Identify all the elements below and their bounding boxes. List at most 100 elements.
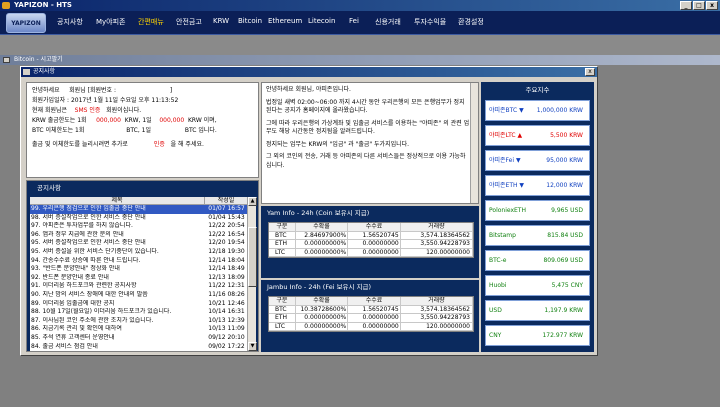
notice-title-cell: 90. 지난 밤의 서비스 장애에 대한 안내의 말씀 — [31, 290, 148, 298]
index-card[interactable]: Huobi 5,475 CNY — [485, 275, 590, 296]
index-name: 야피존Fei ▼ — [489, 157, 521, 164]
window-icon — [3, 57, 10, 63]
info-cell: 1.56520745 — [348, 305, 401, 313]
table-row[interactable]: 87. 이사님된 코인 주소에 관한 조치가 있습니다. 10/13 12:39 — [30, 317, 248, 326]
table-row[interactable]: 97. 야피존은 투자업무를 하지 않습니다. 12/22 20:54 — [30, 222, 248, 231]
info-cell: 수확률 — [295, 297, 349, 305]
notice-title-cell: 97. 야피존은 투자업무를 하지 않습니다. — [31, 222, 133, 230]
table-row[interactable]: 92. 반드폰 분양안내 종료 안내 12/13 18:09 — [30, 274, 248, 283]
index-card[interactable]: CNY 172.977 KRW — [485, 325, 590, 346]
menu-bitcoin[interactable]: Bitcoin — [238, 17, 262, 25]
dialog-close-button[interactable]: x — [585, 68, 595, 76]
info-row: BTC 2.84697900% 1.56520745 3,574.18364562 — [269, 231, 473, 240]
maximize-button[interactable]: □ — [693, 1, 705, 10]
col-title[interactable]: 제목 — [30, 197, 205, 204]
limit-increase-auth-link[interactable]: 인증 — [154, 141, 165, 148]
index-card[interactable]: BTC-e 809.069 USD — [485, 250, 590, 271]
info-row: BTC 10.38728600% 1.56520745 3,574.18364562 — [269, 305, 473, 314]
info-cell: 2.84697900% — [296, 231, 349, 239]
notice-date-cell: 10/13 12:39 — [208, 316, 245, 324]
notice-date-cell: 12/18 19:30 — [208, 247, 245, 255]
table-row[interactable]: 99. 우리은행 점검으로 인한 입출금 중단 안내 01/07 16:57 — [30, 205, 248, 214]
index-name: 야피존ETH ▼ — [489, 182, 525, 189]
krw-limit-suffix: KRW 이며, — [187, 117, 217, 124]
index-card[interactable]: 야피존Fei ▼ 95,000 KRW — [485, 150, 590, 171]
menu-safe[interactable]: 안전금고 — [176, 17, 202, 27]
table-row[interactable]: 85. 추석 연휴 고객센터 운영안내 09/12 20:10 — [30, 334, 248, 343]
info-cell: BTC — [269, 305, 296, 313]
table-row[interactable]: 88. 10월 17일(월요일) 이더리움 하드포크가 있습니다. 10/14 1… — [30, 308, 248, 317]
table-row[interactable]: 95. 서버 증설작업으로 인한 서비스 중단 안내 12/20 19:54 — [30, 239, 248, 248]
minimize-button[interactable]: _ — [680, 1, 692, 10]
info-cell: 구분 — [269, 223, 296, 231]
table-row[interactable]: 98. 서버 증설작업으로 인한 서비스 중단 안내 01/04 15:43 — [30, 214, 248, 223]
index-panel: 주요지수 야피존BTC ▼ 1,000,000 KRW 야피존LTC ▲ 5,500 … — [481, 82, 594, 352]
notice-scrollbar[interactable]: ▲ ▼ — [247, 197, 257, 351]
bitcoin-trade-window-titlebar[interactable]: Bitcoin - 시고팔기 — [0, 55, 720, 65]
menu-krw[interactable]: KRW — [213, 17, 229, 25]
table-row[interactable]: 90. 지난 밤의 서비스 장애에 대한 안내의 말씀 11/16 08:26 — [30, 291, 248, 300]
menu-fei[interactable]: Fei — [349, 17, 359, 25]
notice-title-cell: 89. 이더리움 입출금에 대한 공지 — [31, 299, 115, 307]
info-cell: 3,550.94228793 — [401, 240, 473, 248]
scroll-down-arrow-icon[interactable]: ▼ — [248, 342, 257, 351]
dialog-titlebar[interactable]: 공지사항 x — [21, 67, 597, 77]
jambu-info-title: Jambu Info - 24h (Fei 보유시 지급) — [267, 283, 372, 291]
table-row[interactable]: 84. 출금 서비스 점검 안내 09/02 17:22 — [30, 343, 248, 352]
notice-title-cell: 92. 반드폰 분양안내 종료 안내 — [31, 273, 109, 281]
menu-ethereum[interactable]: Ethereum — [268, 17, 302, 25]
scroll-thumb[interactable] — [248, 227, 257, 287]
info-cell: 수확률 — [295, 223, 349, 231]
info-cell: 거래량 — [400, 223, 473, 231]
table-row[interactable]: 89. 이더리움 입출금에 대한 공지 10/21 12:46 — [30, 300, 248, 309]
info-row: LTC 0.00000000% 0.00000000 120.00000000 — [269, 248, 473, 257]
table-row[interactable]: 86. 지금기록 관리 및 확인에 대하여 10/13 11:09 — [30, 325, 248, 334]
message-scrollbar[interactable] — [470, 83, 478, 203]
greeting-hello: 안녕하세요 — [32, 87, 60, 94]
info-cell: 0.00000000 — [348, 314, 401, 322]
index-card[interactable]: Bitstamp 815.84 USD — [485, 225, 590, 246]
menu-settings[interactable]: 환경설정 — [458, 17, 484, 27]
index-card[interactable]: 야피존ETH ▼ 12,000 KRW — [485, 175, 590, 196]
table-row[interactable]: 94. 간송수수료 상승에 따른 안내 드립니다. 12/14 18:04 — [30, 257, 248, 266]
close-window-button[interactable]: x — [706, 1, 718, 10]
menu-litecoin[interactable]: Litecoin — [308, 17, 335, 25]
info-cell: 3,550.94228793 — [401, 314, 473, 322]
btc-limit-label: BTC 이체한도는 1회 — [32, 127, 85, 134]
index-card[interactable]: PoloniexETH 9,965 USD — [485, 200, 590, 221]
yam-info-title: Yam Info - 24h (Coin 보유시 지급) — [267, 209, 370, 217]
notice-title-cell: 87. 이사님된 코인 주소에 관한 조치가 있습니다. — [31, 316, 154, 324]
table-row[interactable]: 91. 이더리움 하드포크와 관련한 공지사항 11/22 12:31 — [30, 282, 248, 291]
yam-info-panel: Yam Info - 24h (Coin 보유시 지급) 구분 수확률 수수료 거래량… — [261, 206, 479, 278]
table-row[interactable]: 93. "반드폰 분양안내" 정상화 안내 12/14 18:49 — [30, 265, 248, 274]
index-card[interactable]: 야피존BTC ▼ 1,000,000 KRW — [485, 100, 590, 121]
subwindow-title: Bitcoin - 시고팔기 — [14, 56, 63, 63]
table-row[interactable]: 96. 앱과 정부 지급에 관한 문의 안내 12/22 16:54 — [30, 231, 248, 240]
message-paragraph: 안녕하세요 회원님, 야피존입니다. — [266, 86, 351, 93]
notice-title-cell: 99. 우리은행 점검으로 인한 입출금 중단 안내 — [31, 205, 146, 212]
greeting-line-1: 안녕하세요 회원님 [회원번호 : ] — [32, 86, 253, 96]
krw-limit-label: KRW 출금한도는 1회 — [32, 117, 87, 124]
notice-table: 제목 작성일 99. 우리은행 점검으로 인한 입출금 중단 안내 01/07 1… — [30, 197, 248, 351]
main-menu-bar: YAPIZON 공지사항 My야피존 간편매뉴 안전금고 KRW Bitcoin… — [0, 11, 720, 35]
notice-title-cell: 86. 지금기록 관리 및 확인에 대하여 — [31, 325, 122, 333]
info-cell: 120.00000000 — [401, 248, 473, 256]
index-card[interactable]: 야피존LTC ▲ 5,500 KRW — [485, 125, 590, 146]
info-cell: LTC — [269, 248, 296, 256]
scroll-up-arrow-icon[interactable]: ▲ — [248, 197, 257, 206]
info-cell: 거래량 — [400, 297, 473, 305]
index-value: 5,500 KRW — [550, 132, 583, 139]
index-card[interactable]: USD 1,197.9 KRW — [485, 300, 590, 321]
brand-logo: YAPIZON — [6, 13, 46, 33]
index-value: 9,965 USD — [551, 207, 583, 214]
menu-quick[interactable]: 간편매뉴 — [138, 17, 164, 27]
auth-level-label: 현재 회원님은 — [32, 107, 68, 114]
menu-notice[interactable]: 공지사항 — [57, 17, 83, 27]
menu-credit[interactable]: 신용거래 — [375, 17, 401, 27]
dialog-icon — [23, 69, 30, 75]
menu-returns[interactable]: 투자수익율 — [414, 17, 446, 27]
info-header-row: 구분 수확률 수수료 거래량 — [269, 223, 473, 232]
table-row[interactable]: 95. 서버 증설을 위한 서비스 단기중단이 있습니다. 12/18 19:30 — [30, 248, 248, 257]
col-date[interactable]: 작성일 — [205, 197, 248, 204]
menu-my[interactable]: My야피존 — [96, 17, 126, 27]
